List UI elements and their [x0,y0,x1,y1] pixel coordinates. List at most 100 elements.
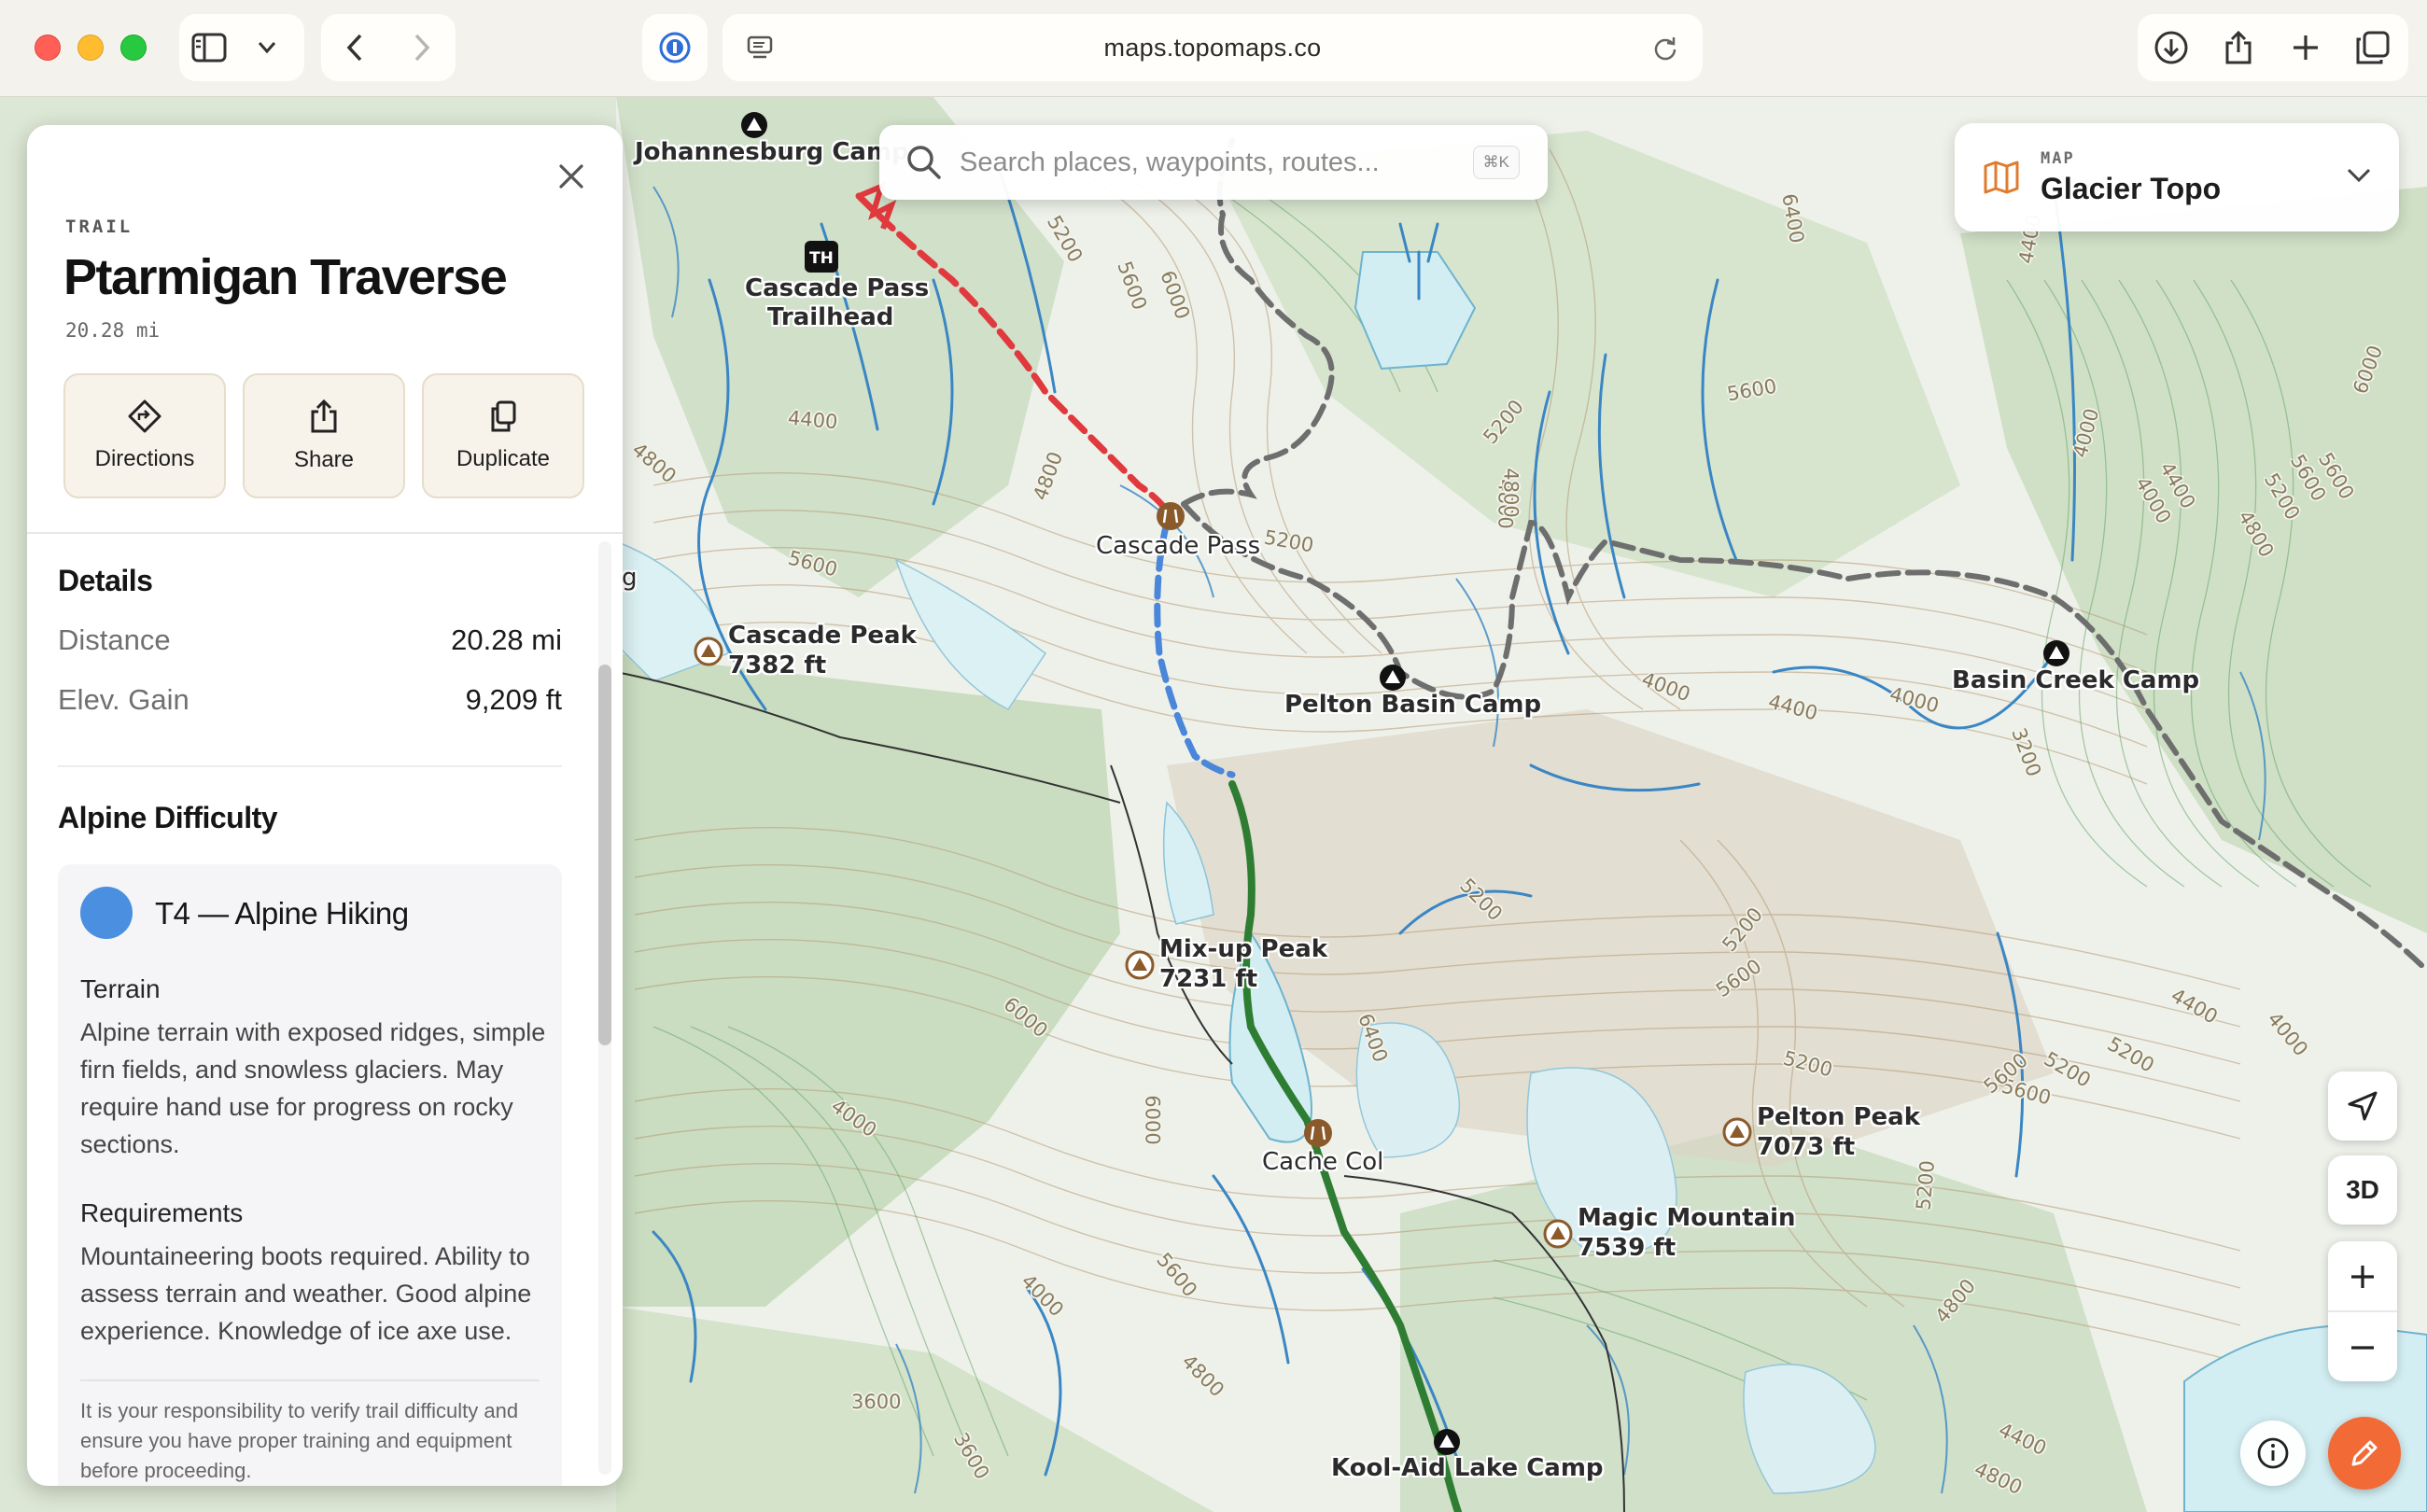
feature-type-label: TRAIL [65,217,133,237]
label-johannesburg-camp[interactable]: Johannesburg Camp [635,138,909,167]
peak-icon[interactable] [1125,950,1155,980]
plus-icon [2351,1265,2374,1288]
search-icon [907,146,941,179]
new-tab-button[interactable] [2272,18,2339,77]
label-cascade-pass-trailhead-2: Trailhead [767,303,894,331]
contour-label: 4800 [1499,468,1522,518]
difficulty-level: T4 — Alpine Hiking [155,896,409,931]
duplicate-button[interactable]: Duplicate [422,373,584,498]
label-pelton-basin-camp[interactable]: Pelton Basin Camp [1284,691,1541,720]
map-icon [1984,161,2019,194]
zoom-controls [2328,1241,2397,1381]
divider [58,765,562,767]
edit-route-button[interactable] [2328,1417,2401,1490]
share-button[interactable]: Share [243,373,405,498]
detail-row-distance: Distance 20.28 mi [58,623,562,657]
label-magic-mountain[interactable]: Magic Mountain [1578,1204,1796,1233]
action-buttons: Directions Share Duplicate [63,373,584,498]
layer-caption: MAP [2041,149,2075,168]
label-pelton-peak[interactable]: Pelton Peak [1757,1103,1920,1132]
contour-label: 6000 [1141,1095,1164,1145]
pass-icon[interactable] [1157,502,1185,530]
requirements-description: Mountaineering boots required. Ability t… [80,1242,532,1345]
chevron-down-icon [2347,168,2371,183]
address-bar[interactable]: maps.topomaps.co [722,14,1703,81]
downloads-button[interactable] [2138,18,2205,77]
zoom-out-button[interactable] [2328,1312,2397,1382]
locate-me-button[interactable] [2328,1071,2397,1141]
map-layer-selector[interactable]: MAP Glacier Topo [1955,123,2399,231]
sidebar-toggle-button[interactable] [179,18,239,77]
panel-scrollbar[interactable] [595,541,615,1475]
tabs-overview-icon [2356,31,2390,64]
label-basin-creek-camp[interactable]: Basin Creek Camp [1952,666,2199,695]
safety-disclaimer: It is your responsibility to verify trai… [80,1399,519,1482]
duplicate-icon [491,400,516,432]
map-search-bar[interactable]: ⌘K [879,125,1548,200]
detail-row-elevation-gain: Elev. Gain 9,209 ft [58,683,562,717]
label-kool-aid-lake-camp[interactable]: Kool-Aid Lake Camp [1331,1454,1604,1483]
minus-icon [2351,1345,2374,1350]
label-cascade-pass-trailhead[interactable]: Cascade Pass [745,274,929,303]
contour-label: 4400 [787,406,839,434]
scrollbar-thumb[interactable] [598,665,611,1045]
trailhead-icon[interactable]: TH [805,241,838,273]
share-page-button[interactable] [2205,18,2272,77]
terrain-description: Alpine terrain with exposed ridges, simp… [80,1018,546,1158]
toolbar-actions [2138,14,2408,81]
toggle-3d-button[interactable]: 3D [2328,1155,2397,1225]
label-pelton-peak-elevation: 7073 ft [1757,1133,1856,1161]
detail-value: 20.28 mi [451,623,562,656]
label-cascade-peak[interactable]: Cascade Peak [728,622,917,651]
window-maximize-button[interactable] [120,35,147,61]
browser-window: TH Johannesburg Camp Cascade Pass Trailh… [0,0,2427,1512]
reload-button[interactable] [1641,23,1690,72]
pass-icon[interactable] [1304,1119,1332,1147]
share-icon [2225,30,2252,64]
difficulty-card: T4 — Alpine Hiking Terrain Alpine terrai… [58,864,562,1486]
divider [27,532,623,534]
directions-icon [128,399,161,433]
camp-icon[interactable] [1434,1429,1460,1455]
url-text[interactable]: maps.topomaps.co [722,14,1703,81]
requirements-heading: Requirements [80,1198,244,1227]
details-heading: Details [58,564,153,597]
th-badge-text: TH [809,249,834,268]
directions-button[interactable]: Directions [63,373,226,498]
camp-icon[interactable] [741,112,767,138]
sidebar-toggle-group [179,14,304,81]
difficulty-heading: Alpine Difficulty [58,801,278,834]
tab-overview-button[interactable] [2339,18,2406,77]
navigation-group [321,14,456,81]
password-manager-button[interactable] [642,14,708,81]
back-button[interactable] [321,18,388,77]
label-cache-col[interactable]: Cache Col [1262,1148,1383,1177]
close-panel-button[interactable] [540,146,602,207]
forward-button[interactable] [388,18,456,77]
window-close-button[interactable] [35,35,61,61]
label-mixup-peak[interactable]: Mix-up Peak [1159,935,1327,964]
trail-distance-subtitle: 20.28 mi [65,319,161,342]
info-icon [2257,1437,2289,1469]
detail-label: Distance [58,623,171,656]
camp-icon[interactable] [2043,640,2069,666]
search-shortcut-badge: ⌘K [1472,146,1520,179]
download-icon [2154,31,2188,64]
map-info-button[interactable] [2240,1421,2306,1486]
peak-icon[interactable] [694,637,723,666]
chevron-down-icon [258,42,276,54]
back-icon [346,34,362,62]
zoom-in-button[interactable] [2328,1241,2397,1311]
divider [80,1379,540,1381]
camp-icon[interactable] [1380,665,1406,691]
label-cascade-pass[interactable]: Cascade Pass [1096,532,1260,561]
new-tab-icon [2294,35,2318,60]
window-minimize-button[interactable] [77,35,104,61]
tab-group-menu-button[interactable] [239,18,295,77]
sidebar-toggle-icon [191,33,227,63]
peak-icon[interactable] [1543,1219,1573,1249]
search-input[interactable] [960,142,1408,183]
terrain-heading: Terrain [80,974,161,1003]
peak-icon[interactable] [1722,1117,1752,1147]
browser-toolbar: maps.topomaps.co [0,0,2427,97]
